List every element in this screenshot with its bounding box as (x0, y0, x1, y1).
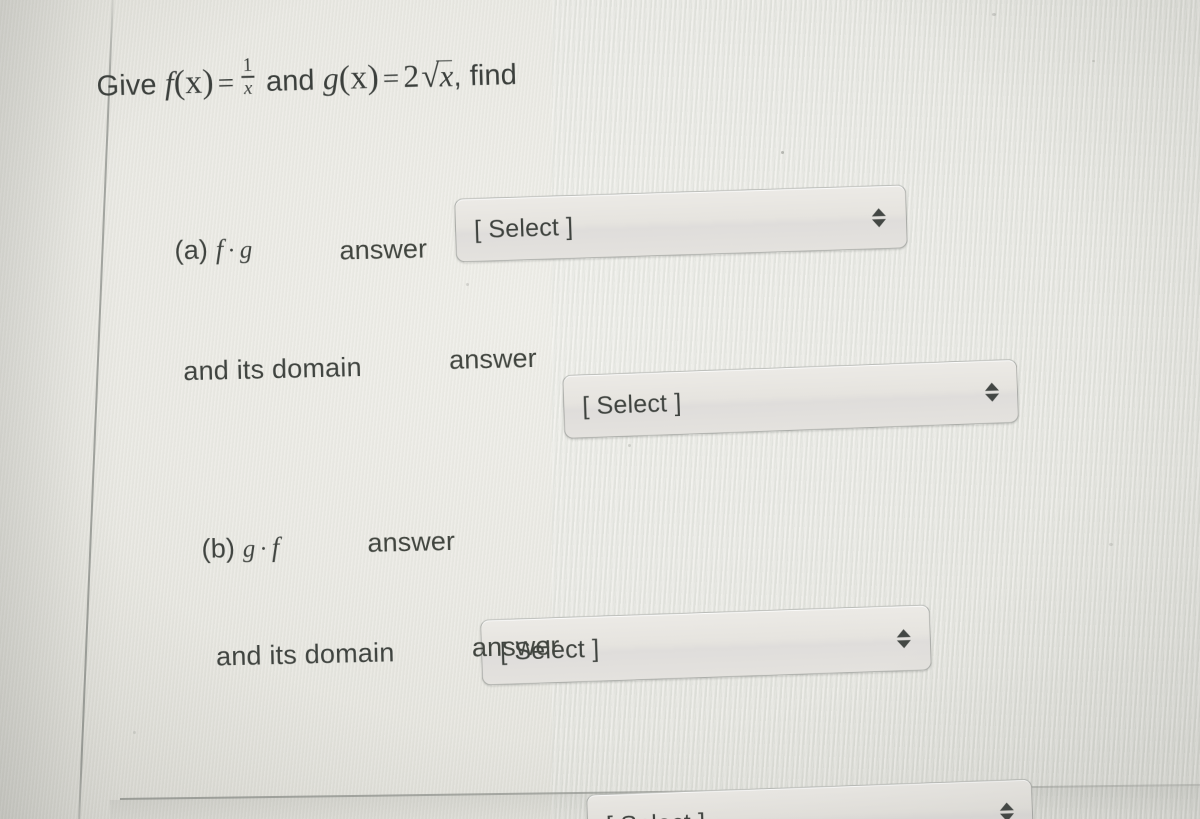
row-a-second-function: g (239, 236, 253, 264)
square-root-expression: √x (419, 56, 454, 96)
row-b-label: (b) g · f (201, 532, 280, 565)
chevron-updown-icon[interactable] (869, 200, 888, 235)
stepper-up-arrow (896, 628, 911, 637)
select-b-domain[interactable]: [ Select ] (586, 778, 1035, 819)
fraction-denominator: x (243, 77, 253, 99)
select-a-composition-value: [ Select ] (473, 212, 574, 244)
equals-sign-f: = (217, 66, 235, 100)
chevron-updown-icon[interactable] (982, 374, 1001, 409)
stepper-down-arrow (999, 812, 1015, 819)
row-b-second-function: f (271, 531, 280, 563)
row-b-domain-answer-label: answer (471, 630, 560, 663)
function-f-argument: (x) (173, 63, 215, 102)
stepper-up-arrow (871, 207, 886, 216)
row-b-domain-label: and its domain (215, 637, 395, 672)
g-coefficient: 2 (402, 57, 420, 95)
row-a-composition: (a) f · g (174, 234, 253, 267)
row-a-domain-answer-label: answer (448, 342, 538, 375)
row-b-domain: and its domain (216, 637, 395, 672)
select-a-domain-value: [ Select ] (581, 388, 682, 420)
select-b-domain-value: [ Select ] (588, 808, 706, 819)
row-b-answer-label: answer (367, 525, 456, 558)
row-a-label: (a) f · g (174, 234, 253, 267)
select-a-composition[interactable]: [ Select ] (454, 184, 908, 263)
equals-sign-g: = (382, 62, 400, 95)
function-g-argument: (x) (338, 58, 380, 97)
row-a-domain: and its domain (183, 352, 362, 387)
radicand: x (439, 57, 454, 94)
chevron-updown-icon[interactable] (997, 794, 1016, 819)
row-a-marker: (a) (174, 234, 209, 266)
fraction-numerator: 1 (242, 54, 253, 76)
question-prompt: Give f(x) = 1 x and g(x) =2√x, find (96, 48, 518, 104)
composition-operator-icon: · (259, 536, 269, 563)
prompt-lead: Give (96, 69, 158, 103)
stepper-down-arrow (871, 218, 887, 227)
stepper-down-arrow (985, 392, 1000, 402)
composition-operator-icon: · (227, 237, 237, 265)
function-g-name: g (322, 59, 340, 97)
stepper-down-arrow (896, 639, 912, 648)
select-a-domain[interactable]: [ Select ] (562, 358, 1020, 440)
radical-sign-icon: √ (420, 58, 441, 95)
row-b-composition: (b) g · f (201, 532, 280, 565)
row-a-answer-label: answer (339, 233, 428, 266)
fraction-one-over-x: 1x (240, 54, 255, 99)
screenshot-root: Give f(x) = 1 x and g(x) =2√x, find (a) f · g … (0, 0, 1200, 819)
row-a-domain-label: and its domain (182, 352, 363, 387)
prompt-find: , find (453, 58, 518, 93)
chevron-updown-icon[interactable] (894, 621, 913, 656)
prompt-conjunction: and (265, 64, 316, 98)
row-b-marker: (b) (201, 533, 236, 564)
question-content: Give f(x) = 1 x and g(x) =2√x, find (a) f · g … (0, 0, 1200, 819)
stepper-up-arrow (984, 381, 999, 391)
row-b-first-function: g (242, 535, 256, 563)
stepper-up-arrow (999, 801, 1014, 811)
